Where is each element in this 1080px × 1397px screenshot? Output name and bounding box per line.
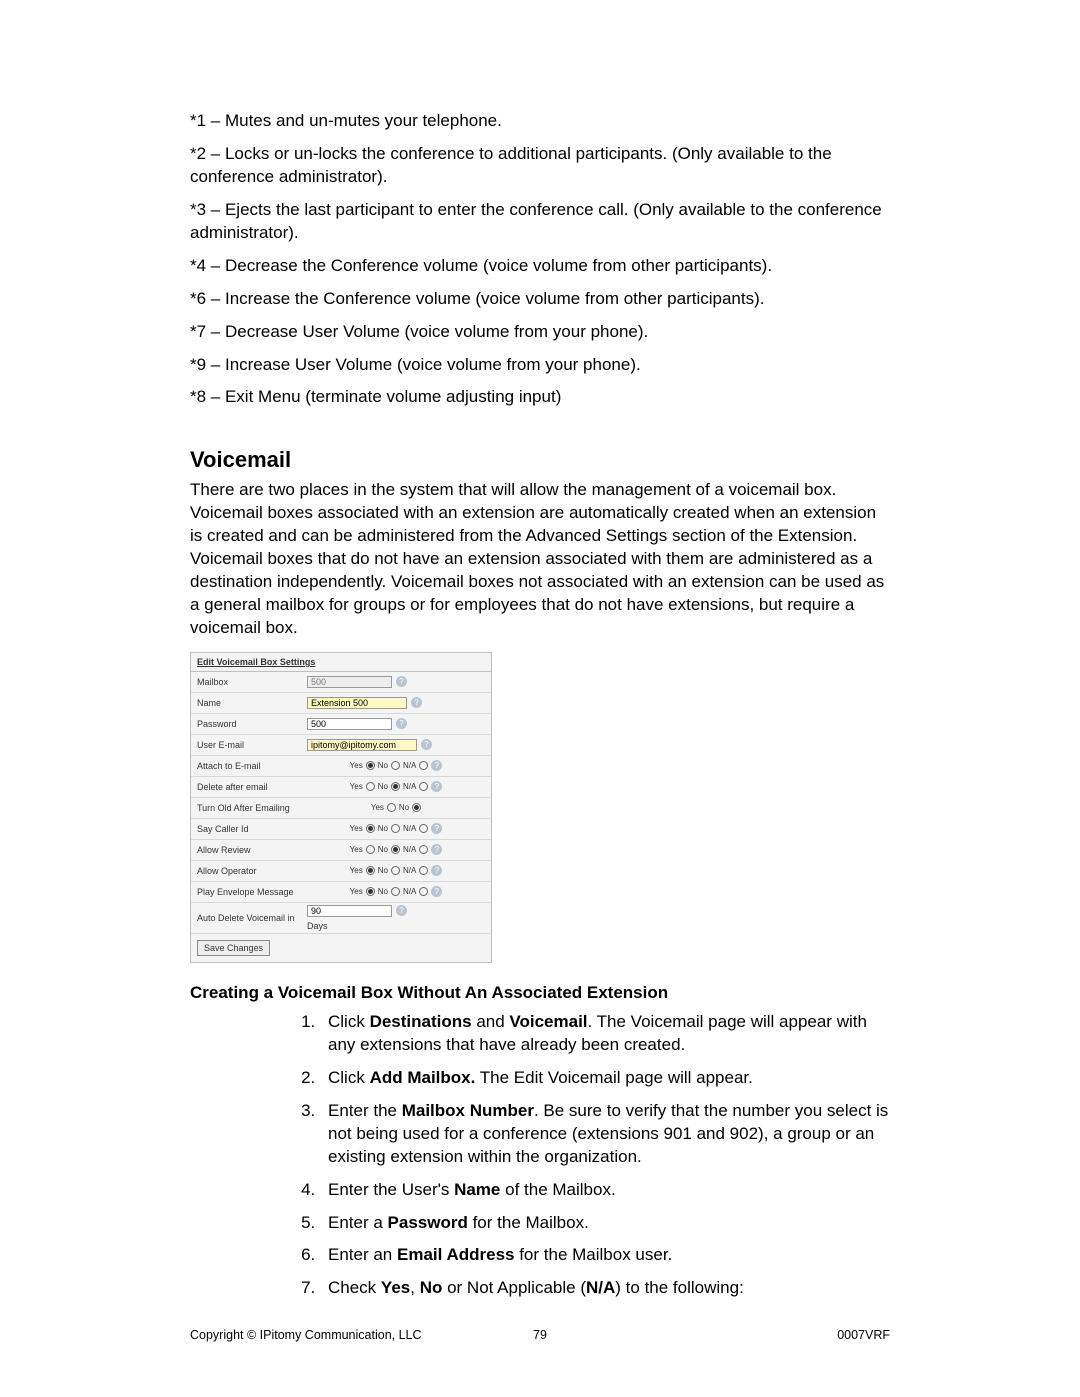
row-email: User E-mail ? xyxy=(191,735,491,756)
operator-label: Allow Operator xyxy=(197,866,307,876)
voicemail-settings-panel: Edit Voicemail Box Settings Mailbox ? Na… xyxy=(190,652,492,963)
mailbox-input[interactable] xyxy=(307,676,392,688)
caller-yes-radio[interactable] xyxy=(366,824,375,833)
help-icon[interactable]: ? xyxy=(431,886,442,897)
step-7: Check Yes, No or Not Applicable (N/A) to… xyxy=(320,1277,890,1300)
delete-yes-radio[interactable] xyxy=(366,782,375,791)
email-label: User E-mail xyxy=(197,740,307,750)
help-icon[interactable]: ? xyxy=(431,823,442,834)
auto-del-label: Auto Delete Voicemail in xyxy=(197,913,307,923)
help-icon[interactable]: ? xyxy=(411,697,422,708)
help-icon[interactable]: ? xyxy=(431,781,442,792)
turnold-yes-radio[interactable] xyxy=(387,803,396,812)
row-delete-after: Delete after email Yes No N/A ? xyxy=(191,777,491,798)
step-3: Enter the Mailbox Number. Be sure to ver… xyxy=(320,1100,890,1169)
caller-na-radio[interactable] xyxy=(419,824,428,833)
attach-na-radio[interactable] xyxy=(419,761,428,770)
help-icon[interactable]: ? xyxy=(431,760,442,771)
note-5: *6 – Increase the Conference volume (voi… xyxy=(190,288,890,311)
row-envelope: Play Envelope Message Yes No N/A ? xyxy=(191,882,491,903)
step-4: Enter the User's Name of the Mailbox. xyxy=(320,1179,890,1202)
operator-yes-radio[interactable] xyxy=(366,866,375,875)
review-na-radio[interactable] xyxy=(419,845,428,854)
operator-na-radio[interactable] xyxy=(419,866,428,875)
help-icon[interactable]: ? xyxy=(421,739,432,750)
panel-title: Edit Voicemail Box Settings xyxy=(191,653,491,672)
help-icon[interactable]: ? xyxy=(396,905,407,916)
review-label: Allow Review xyxy=(197,845,307,855)
name-label: Name xyxy=(197,698,307,708)
review-yes-radio[interactable] xyxy=(366,845,375,854)
row-name: Name ? xyxy=(191,693,491,714)
envelope-na-radio[interactable] xyxy=(419,887,428,896)
help-icon[interactable]: ? xyxy=(431,865,442,876)
note-6: *7 – Decrease User Volume (voice volume … xyxy=(190,321,890,344)
envelope-no-radio[interactable] xyxy=(391,887,400,896)
save-changes-button[interactable]: Save Changes xyxy=(197,940,270,956)
attach-label: Attach to E-mail xyxy=(197,761,307,771)
note-3: *3 – Ejects the last participant to ente… xyxy=(190,199,890,245)
row-turn-old: Turn Old After Emailing Yes No xyxy=(191,798,491,819)
mailbox-label: Mailbox xyxy=(197,677,307,687)
turnold-label: Turn Old After Emailing xyxy=(197,803,307,813)
key-notes-block: *1 – Mutes and un-mutes your telephone. … xyxy=(190,110,890,409)
row-password: Password ? xyxy=(191,714,491,735)
steps-list: Click Destinations and Voicemail. The Vo… xyxy=(320,1011,890,1300)
password-input[interactable] xyxy=(307,718,392,730)
help-icon[interactable]: ? xyxy=(396,676,407,687)
voicemail-heading: Voicemail xyxy=(190,447,890,473)
row-auto-delete: Auto Delete Voicemail in ? Days xyxy=(191,903,491,934)
page-number: 79 xyxy=(190,1328,890,1342)
step-5: Enter a Password for the Mailbox. xyxy=(320,1212,890,1235)
row-caller-id: Say Caller Id Yes No N/A ? xyxy=(191,819,491,840)
note-1: *1 – Mutes and un-mutes your telephone. xyxy=(190,110,890,133)
row-allow-operator: Allow Operator Yes No N/A ? xyxy=(191,861,491,882)
delete-na-radio[interactable] xyxy=(419,782,428,791)
page-footer: Copyright © IPitomy Communication, LLC 7… xyxy=(190,1328,890,1342)
voicemail-intro: There are two places in the system that … xyxy=(190,479,890,640)
step-1: Click Destinations and Voicemail. The Vo… xyxy=(320,1011,890,1057)
row-mailbox: Mailbox ? xyxy=(191,672,491,693)
row-attach: Attach to E-mail Yes No N/A ? xyxy=(191,756,491,777)
attach-yes-radio[interactable] xyxy=(366,761,375,770)
attach-no-radio[interactable] xyxy=(391,761,400,770)
row-allow-review: Allow Review Yes No N/A ? xyxy=(191,840,491,861)
delete-no-radio[interactable] xyxy=(391,782,400,791)
step-2: Click Add Mailbox. The Edit Voicemail pa… xyxy=(320,1067,890,1090)
auto-del-input[interactable] xyxy=(307,905,392,917)
create-mailbox-subhead: Creating a Voicemail Box Without An Asso… xyxy=(190,983,890,1003)
caller-no-radio[interactable] xyxy=(391,824,400,833)
note-7: *9 – Increase User Volume (voice volume … xyxy=(190,354,890,377)
password-label: Password xyxy=(197,719,307,729)
review-no-radio[interactable] xyxy=(391,845,400,854)
caller-label: Say Caller Id xyxy=(197,824,307,834)
help-icon[interactable]: ? xyxy=(431,844,442,855)
note-8: *8 – Exit Menu (terminate volume adjusti… xyxy=(190,386,890,409)
envelope-label: Play Envelope Message xyxy=(197,887,307,897)
delete-label: Delete after email xyxy=(197,782,307,792)
name-input[interactable] xyxy=(307,697,407,709)
help-icon[interactable]: ? xyxy=(396,718,407,729)
email-input[interactable] xyxy=(307,739,417,751)
note-2: *2 – Locks or un-locks the conference to… xyxy=(190,143,890,189)
turnold-no-radio[interactable] xyxy=(412,803,421,812)
operator-no-radio[interactable] xyxy=(391,866,400,875)
envelope-yes-radio[interactable] xyxy=(366,887,375,896)
auto-del-unit: Days xyxy=(307,921,328,931)
note-4: *4 – Decrease the Conference volume (voi… xyxy=(190,255,890,278)
step-6: Enter an Email Address for the Mailbox u… xyxy=(320,1244,890,1267)
